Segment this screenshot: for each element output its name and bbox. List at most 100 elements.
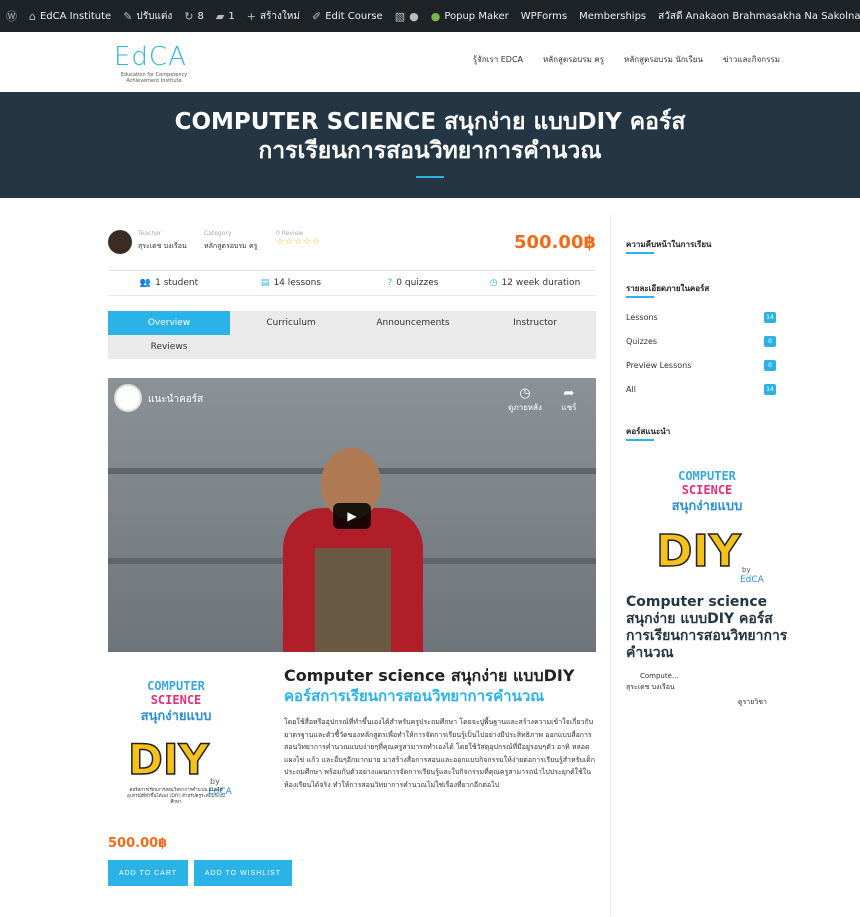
video-presenter (283, 448, 423, 652)
course-hero: COMPUTER SCIENCE สนุกง่าย แบบDIY คอร์ส ก… (0, 92, 860, 198)
site-logo[interactable]: EdCA Education for Competency Achievemen… (114, 44, 234, 84)
tab-reviews[interactable]: Reviews (108, 335, 230, 359)
review-count: 0 Review (276, 230, 304, 237)
nav-item-about[interactable]: รู้จักเรา EDCA (473, 53, 523, 66)
customize-link[interactable]: ✎ ปรับแต่ง (117, 0, 178, 32)
course-video-player[interactable]: แนะนำคอร์ส ◷ ดูภายหลัง ➦ แชร์ ▶ (108, 378, 596, 652)
updates-count: 8 (197, 10, 204, 22)
nav-item-news[interactable]: ข่าวและกิจกรรม (723, 53, 780, 66)
course-price-bottom: 500.00฿ (108, 836, 168, 851)
intro-subtitle: คอร์สการเรียนการสอนวิทยาการคำนวณ (284, 687, 545, 705)
side-art-line-3: สนุกง่ายแบบ (672, 499, 743, 514)
progress-heading: ความคืบหน้าในการเรียน (626, 240, 712, 249)
nav-item-student-courses[interactable]: หลักสูตรอบรม นักเรียน (624, 53, 703, 66)
lessons-count: 14 lessons (273, 278, 322, 288)
popup-maker-link[interactable]: ● Popup Maker (425, 0, 515, 32)
art-by: by (210, 777, 220, 786)
teacher-info: Teacher สุระเดช บงเรือน (138, 230, 187, 252)
course-description: โดยใช้สื่อหรืออุปกรณ์ที่ทำขึ้นเองได้สำหร… (284, 718, 595, 789)
updates-link[interactable]: ↻ 8 (178, 0, 210, 32)
art-diy: DIY (128, 735, 209, 784)
quizzes-count: 0 quizzes (396, 278, 439, 288)
share-button[interactable]: ➦ แชร์ (544, 386, 594, 414)
recommended-course-teacher[interactable]: สุระเดช บงเรือน (626, 682, 675, 693)
teacher-label: Teacher (138, 230, 162, 237)
video-title[interactable]: แนะนำคอร์ส (148, 392, 203, 407)
wordpress-menu[interactable]: Ⓦ (0, 0, 23, 32)
add-to-wishlist-button[interactable]: ADD TO WISHLIST (194, 860, 292, 886)
count-badge: 14 (764, 384, 776, 395)
cover-caption: คอร์สการเรียนการสอนวิทยาการคำนวณ แบบใช้อ… (127, 788, 225, 805)
review-info: 0 Review ☆☆☆☆☆ (276, 230, 321, 247)
memberships-label: Memberships (579, 10, 647, 22)
side-art-by: by (742, 566, 751, 574)
tab-overview[interactable]: Overview (108, 311, 230, 335)
category-value[interactable]: หลักสูตรอบรม ครู (204, 241, 257, 252)
comments-link[interactable]: ▰ 1 (210, 0, 241, 32)
side-art-diy: DIY (656, 526, 742, 577)
count-badge: 0 (764, 360, 776, 371)
document-icon: ▤ (260, 278, 270, 288)
course-tabs: Overview Curriculum Announcements Instru… (108, 311, 596, 359)
customize-label: ปรับแต่ง (136, 10, 173, 22)
heading-underline (626, 296, 654, 298)
recommended-course-excerpt: Compute... (640, 672, 679, 680)
count-badge: 0 (764, 336, 776, 347)
recommended-course-image[interactable]: COMPUTER SCIENCE สนุกง่ายแบบ DIY by EdCA (642, 466, 772, 586)
comment-icon: ▰ (215, 9, 225, 23)
tab-instructor[interactable]: Instructor (474, 311, 596, 335)
sidebar-divider (610, 215, 611, 917)
brush-icon: ✎ (123, 9, 133, 23)
users-icon: 👥 (139, 278, 152, 288)
recommended-heading: คอร์สแนะนำ (626, 427, 671, 436)
course-intro-heading: Computer science สนุกง่าย แบบDIY คอร์สกา… (284, 666, 604, 706)
teacher-name[interactable]: สุระเดช บงเรือน (138, 241, 187, 252)
wpforms-link[interactable]: WPForms (515, 0, 573, 32)
add-to-cart-button[interactable]: ADD TO CART (108, 860, 188, 886)
details-heading: รายละเอียดภายในคอร์ส (626, 284, 710, 293)
popup-maker-icon: ● (430, 9, 441, 23)
new-content-link[interactable]: + สร้างใหม่ (241, 0, 306, 32)
row-label: Quizzes (626, 337, 658, 346)
clock-icon: ◷ (489, 278, 498, 288)
teacher-avatar (108, 230, 132, 254)
title-underline (416, 176, 444, 178)
clock-icon: ◷ (519, 386, 531, 401)
heading-underline (626, 252, 654, 254)
detail-row-quizzes: Quizzes 0 (626, 336, 776, 347)
course-stats: 👥 1 student ▤ 14 lessons ? 0 quizzes ◷ 12 we… (108, 270, 596, 296)
watch-later-button[interactable]: ◷ ดูภายหลัง (500, 386, 550, 414)
popup-maker-label: Popup Maker (444, 10, 509, 22)
play-button[interactable]: ▶ (333, 503, 371, 529)
tab-announcements[interactable]: Announcements (352, 311, 474, 335)
recommended-course-title[interactable]: Computer science สนุกง่าย แบบDIY คอร์สกา… (626, 594, 796, 662)
course-cover-image: COMPUTER SCIENCE สนุกง่ายแบบ DIY by EdCA… (114, 676, 238, 818)
nav-item-teacher-courses[interactable]: หลักสูตรอบรม ครู (543, 53, 604, 66)
wp-admin-bar: Ⓦ ⌂ EdCA Institute ✎ ปรับแต่ง ↻ 8 ▰ 1 + สร้าง… (0, 0, 860, 32)
comments-count: 1 (228, 10, 235, 22)
view-course-link[interactable]: ดูรายวิชา (738, 697, 767, 708)
detail-row-all: All 14 (626, 384, 776, 395)
puzzle-icon: ▧ (394, 9, 406, 23)
refresh-icon: ↻ (184, 9, 194, 23)
plugin-icons[interactable]: ▧ ● (389, 0, 425, 32)
students-count: 1 student (155, 278, 199, 288)
stat-quizzes: ? 0 quizzes (352, 278, 474, 288)
site-name-link[interactable]: ⌂ EdCA Institute (23, 0, 117, 32)
channel-logo[interactable] (114, 384, 142, 412)
tab-curriculum[interactable]: Curriculum (230, 311, 352, 335)
art-line-2: SCIENCE (151, 693, 202, 707)
category-info: Category หลักสูตรอบรม ครู (204, 230, 257, 252)
logo-mark: EdCA (114, 42, 187, 72)
edit-course-link[interactable]: ✐ Edit Course (306, 0, 389, 32)
rating-stars: ☆☆☆☆☆ (276, 237, 322, 247)
duration: 12 week duration (501, 278, 581, 288)
art-line-1: COMPUTER (147, 679, 206, 693)
plus-icon: + (246, 9, 256, 23)
intro-title: Computer science สนุกง่าย แบบDIY (284, 666, 575, 685)
memberships-link[interactable]: Memberships (573, 0, 652, 32)
title-line-1: COMPUTER SCIENCE สนุกง่าย แบบDIY คอร์ส (174, 109, 686, 135)
question-icon: ? (387, 278, 393, 288)
row-label: Lessons (626, 313, 658, 322)
user-account-menu[interactable]: สวัสดี Anakaon Brahmasakha Na Sakolnagar… (652, 0, 860, 32)
